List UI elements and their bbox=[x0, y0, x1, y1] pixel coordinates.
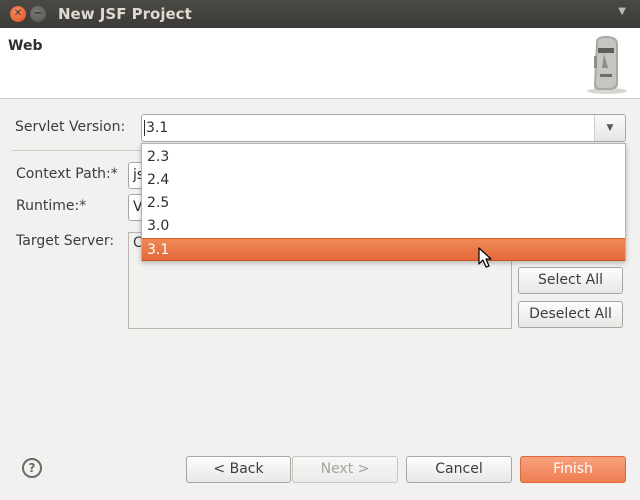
separator bbox=[12, 150, 142, 151]
next-button[interactable]: Next > bbox=[292, 456, 398, 483]
window-title: New JSF Project bbox=[58, 5, 192, 23]
dropdown-option-2-4[interactable]: 2.4 bbox=[142, 169, 625, 192]
page-title: Web bbox=[8, 38, 43, 54]
back-button[interactable]: < Back bbox=[186, 456, 291, 483]
dropdown-option-3-1[interactable]: 3.1 bbox=[142, 238, 625, 261]
deselect-all-button[interactable]: Deselect All bbox=[518, 301, 623, 328]
select-all-button[interactable]: Select All bbox=[518, 267, 623, 294]
moai-icon bbox=[587, 36, 627, 94]
title-bar: ✕ − New JSF Project ▼ bbox=[0, 0, 640, 28]
target-server-label: Target Server: bbox=[16, 233, 115, 249]
context-path-label: Context Path:* bbox=[16, 166, 118, 182]
servlet-version-label: Servlet Version: bbox=[15, 119, 126, 135]
runtime-label: Runtime:* bbox=[16, 198, 87, 214]
cancel-button[interactable]: Cancel bbox=[406, 456, 512, 483]
mouse-pointer-icon bbox=[478, 247, 492, 268]
finish-button[interactable]: Finish bbox=[520, 456, 626, 483]
wizard-header: Web bbox=[0, 28, 640, 99]
minimize-icon[interactable]: − bbox=[30, 6, 46, 22]
chevron-down-icon[interactable]: ▼ bbox=[594, 115, 625, 141]
servlet-version-dropdown: 2.3 2.4 2.5 3.0 3.1 bbox=[141, 143, 626, 261]
dropdown-option-2-3[interactable]: 2.3 bbox=[142, 146, 625, 169]
dropdown-option-2-5[interactable]: 2.5 bbox=[142, 192, 625, 215]
help-icon[interactable]: ? bbox=[22, 458, 42, 478]
servlet-version-combo[interactable]: 3.1 ▼ bbox=[141, 114, 626, 142]
text-caret bbox=[144, 120, 145, 136]
close-icon[interactable]: ✕ bbox=[10, 6, 26, 22]
dropdown-option-3-0[interactable]: 3.0 bbox=[142, 215, 625, 238]
servlet-version-value[interactable]: 3.1 bbox=[146, 120, 168, 136]
chevron-down-icon[interactable]: ▼ bbox=[618, 6, 626, 17]
